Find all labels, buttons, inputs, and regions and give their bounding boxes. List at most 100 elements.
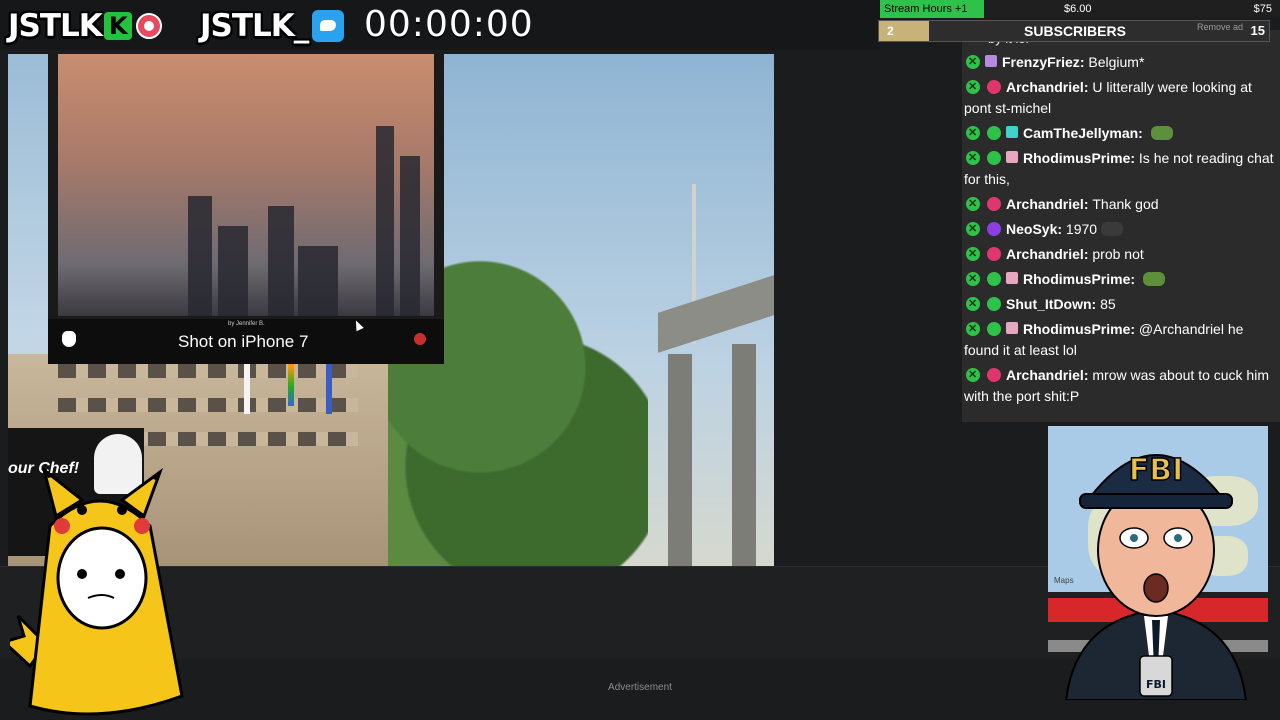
moderator-badge-icon xyxy=(966,77,980,98)
chat-username[interactable]: RhodimusPrime xyxy=(1023,321,1130,337)
chat-message-text: Belgium* xyxy=(1088,54,1145,70)
chat-username[interactable]: NeoSyk xyxy=(1006,221,1057,237)
chat-colon: : xyxy=(1130,271,1139,287)
chat-username[interactable]: Shut_ItDown xyxy=(1006,296,1092,312)
stream-stats-bar: Stream Hours +1 $6.00 $75 xyxy=(880,0,1280,18)
chat-message-text: 1970 xyxy=(1065,221,1098,237)
flyover-pillar xyxy=(668,354,692,566)
moderator-badge-icon xyxy=(966,219,980,240)
moderator-badge-icon xyxy=(966,319,980,340)
building-windows xyxy=(58,364,358,378)
subscriber-badge-icon xyxy=(987,272,1001,286)
chat-message: FrenzyFriez: Belgium* xyxy=(964,52,1278,73)
chat-colon: : xyxy=(1057,221,1066,237)
moderator-badge-icon xyxy=(966,294,980,315)
subscriber-badge-icon xyxy=(987,151,1001,165)
fbi-cap-text: FBI xyxy=(1129,453,1184,488)
brand-logo-icon xyxy=(414,333,426,345)
chat-message: RhodimusPrime: xyxy=(964,269,1278,290)
moderator-badge-icon xyxy=(966,365,980,386)
subscribers-count: 15 xyxy=(1250,23,1265,38)
pikachu-mascot xyxy=(10,466,184,716)
chat-message: Shut_ItDown: 85 xyxy=(964,294,1278,315)
billboard: by Jennifer B. Shot on iPhone 7 xyxy=(48,54,444,364)
chat-message: NeoSyk: 1970 xyxy=(964,219,1278,240)
chat-username[interactable]: Archandriel xyxy=(1006,367,1084,383)
gift-badge-icon xyxy=(985,55,997,67)
skyline-tower xyxy=(188,196,212,316)
chat-message-text: 85 xyxy=(1100,296,1116,312)
subscriber-badge-icon xyxy=(987,247,1001,261)
chat-username[interactable]: CamTheJellyman xyxy=(1023,125,1138,141)
caption-credit: by Jennifer B. xyxy=(228,321,265,327)
chat-message: RhodimusPrime: Is he not reading chat fo… xyxy=(964,148,1278,190)
chat-message-list: FrenzyFriez: Belgium* Archandriel: U litt… xyxy=(964,52,1278,411)
subscriber-badge-icon xyxy=(987,126,1001,140)
brand-k-badge: K xyxy=(103,12,132,40)
gift-badge-icon xyxy=(1006,126,1018,138)
chat-message: Archandriel: Thank god xyxy=(964,194,1278,215)
moderator-badge-icon xyxy=(966,269,980,290)
chat-username[interactable]: RhodimusPrime xyxy=(1023,150,1130,166)
moderator-badge-icon xyxy=(966,194,980,215)
donation-amount: $6.00 xyxy=(1064,3,1092,15)
chat-username[interactable]: Archandriel xyxy=(1006,246,1084,262)
subscriber-badge-icon xyxy=(987,197,1001,211)
chat-message-text: prob not xyxy=(1092,246,1144,262)
donation-goal: $75 xyxy=(1253,3,1272,15)
skyline-tower xyxy=(376,126,394,316)
chat-colon: : xyxy=(1091,296,1101,312)
chat-colon: : xyxy=(1130,150,1139,166)
building-windows xyxy=(58,398,358,412)
apple-icon xyxy=(62,331,76,347)
fbi-avatar: FBI FBI xyxy=(1064,452,1248,700)
stream-timer: 00:00:00 xyxy=(364,4,534,45)
twitter-icon xyxy=(312,10,345,42)
chat-emote-icon xyxy=(1150,126,1173,140)
brand-logo-twitter: JSTLK_ xyxy=(200,8,345,44)
chat-message: Archandriel: mrow was about to cuck him … xyxy=(964,365,1278,407)
skyline-tower xyxy=(298,246,338,316)
skyline-tower xyxy=(268,206,294,316)
billboard-photo xyxy=(58,54,434,316)
moderator-badge-icon xyxy=(966,52,980,73)
record-icon xyxy=(135,13,162,39)
subscriber-badge-icon xyxy=(987,222,1001,236)
moderator-badge-icon xyxy=(966,123,980,144)
skyline-tower xyxy=(218,226,248,316)
skyline-tower xyxy=(400,156,420,316)
flyover-pillar xyxy=(732,344,756,566)
chat-username[interactable]: Archandriel xyxy=(1006,79,1084,95)
remove-ad-link[interactable]: Remove ad xyxy=(1197,22,1243,32)
moderator-badge-icon xyxy=(966,244,980,265)
gift-badge-icon xyxy=(1006,272,1018,284)
chat-message: Archandriel: prob not xyxy=(964,244,1278,265)
brand-logo-primary: JSTLK K xyxy=(8,8,162,44)
chat-message-text: Thank god xyxy=(1092,196,1159,212)
chat-colon: : xyxy=(1138,125,1147,141)
chat-emote-icon xyxy=(1101,222,1124,236)
chat-username[interactable]: FrenzyFriez xyxy=(1002,54,1080,70)
subscriber-badge-icon xyxy=(987,80,1001,94)
chat-message: CamTheJellyman: xyxy=(964,123,1278,144)
brand-text-secondary: JSTLK_ xyxy=(200,8,309,44)
subscribers-bar: 2 SUBSCRIBERS Remove ad 15 xyxy=(878,20,1270,42)
subscriber-badge-icon xyxy=(987,322,1001,336)
subscriber-badge-icon xyxy=(987,297,1001,311)
billboard-caption-bar: by Jennifer B. Shot on iPhone 7 xyxy=(48,319,444,364)
gift-badge-icon xyxy=(1006,322,1018,334)
chat-message: RhodimusPrime: @Archandriel he found it … xyxy=(964,319,1278,361)
chat-username[interactable]: Archandriel xyxy=(1006,196,1084,212)
subscriber-badge-icon xyxy=(987,368,1001,382)
chat-message: Archandriel: U litterally were looking a… xyxy=(964,77,1278,119)
fbi-badge-text: FBI xyxy=(1146,678,1166,691)
chat-emote-icon xyxy=(1142,272,1165,286)
gift-badge-icon xyxy=(1006,151,1018,163)
stream-hours: Stream Hours +1 xyxy=(880,0,984,18)
brand-text-primary: JSTLK xyxy=(8,8,103,44)
moderator-badge-icon xyxy=(966,148,980,169)
chat-username[interactable]: RhodimusPrime xyxy=(1023,271,1130,287)
chat-colon: : xyxy=(1130,321,1139,337)
caption-text: Shot on iPhone 7 xyxy=(178,332,309,351)
chat-panel[interactable]: by it lol FrenzyFriez: Belgium*Archandri… xyxy=(962,30,1280,422)
